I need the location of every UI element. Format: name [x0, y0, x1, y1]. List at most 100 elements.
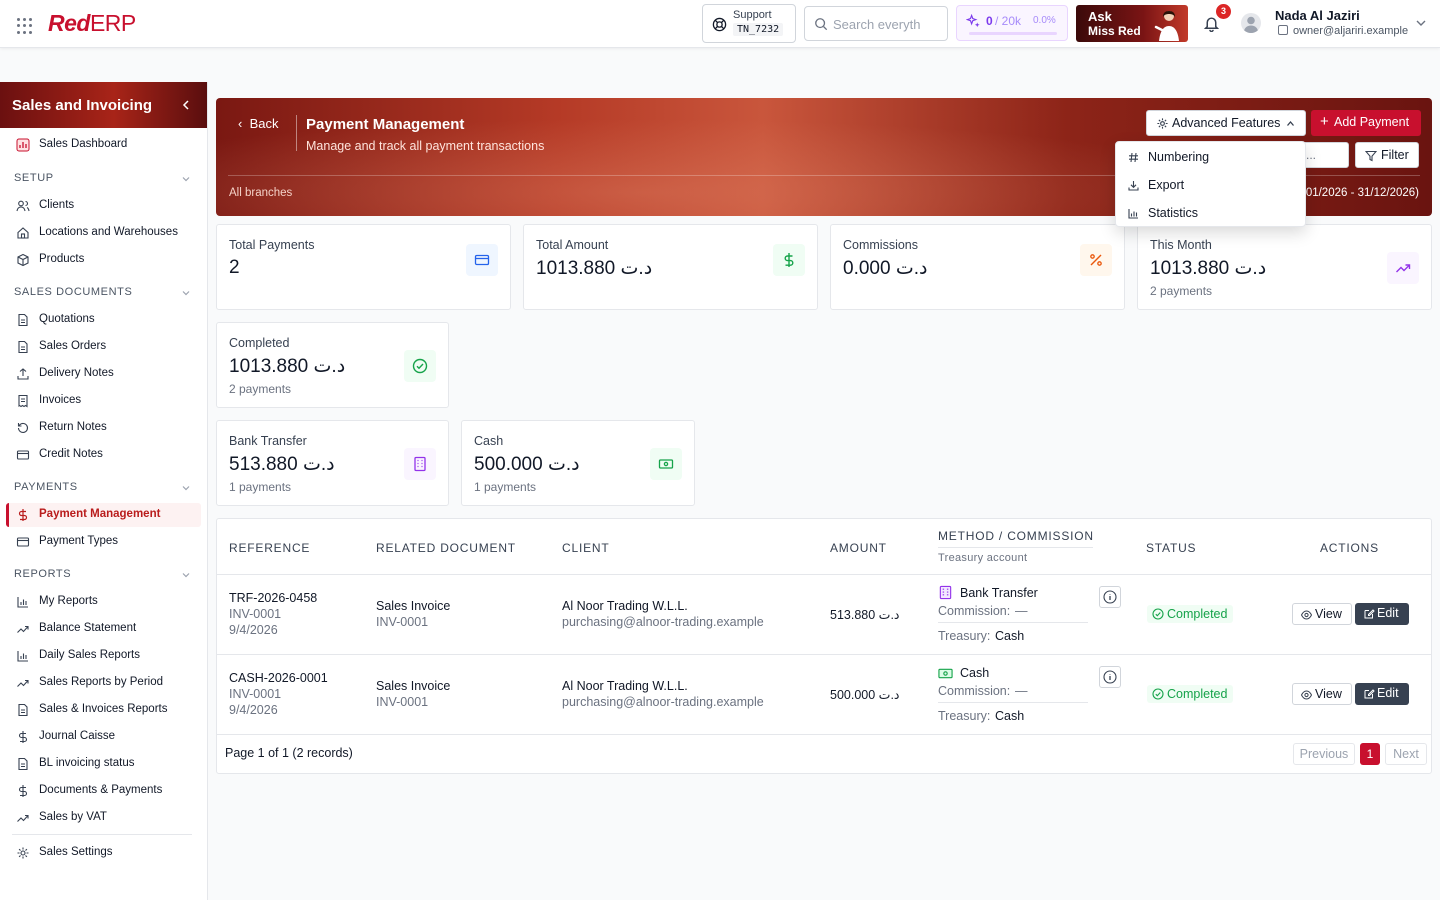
payment-amount: 513.880 د.ت — [830, 608, 900, 622]
sidebar-item-locations[interactable]: Locations and Warehouses — [6, 221, 201, 245]
menu-item-statistics[interactable]: Statistics — [1116, 200, 1305, 226]
sidebar-item-journal-caisse[interactable]: Journal Caisse — [6, 725, 201, 749]
payment-amount: 500.000 د.ت — [830, 688, 900, 702]
column-header-method[interactable]: METHOD / COMMISSION — [938, 529, 1094, 543]
sidebar-item-quotations[interactable]: Quotations — [6, 308, 201, 332]
commission-label: Commission: — [938, 604, 1011, 618]
view-button[interactable]: View — [1292, 603, 1352, 625]
collapse-sidebar-icon[interactable] — [181, 99, 191, 111]
ask-miss-red-button[interactable]: Ask Miss Red — [1076, 5, 1188, 42]
advanced-features-button[interactable]: Advanced Features — [1146, 110, 1306, 136]
view-button[interactable]: View — [1292, 683, 1352, 705]
menu-item-numbering[interactable]: Numbering — [1116, 144, 1305, 170]
chevron-down-icon[interactable] — [181, 174, 191, 184]
column-header-amount[interactable]: AMOUNT — [830, 541, 887, 555]
pagination-summary: Page 1 of 1 (2 records) — [225, 746, 353, 760]
info-icon[interactable] — [1099, 586, 1121, 608]
notification-badge: 3 — [1216, 4, 1231, 19]
edit-icon — [1364, 609, 1375, 619]
bar-chart-icon — [17, 651, 28, 662]
commission-label: Commission: — [938, 684, 1011, 698]
sidebar-item-invoices[interactable]: Invoices — [6, 389, 201, 413]
page-1-button[interactable]: 1 — [1360, 743, 1380, 765]
page-title: Payment Management — [306, 116, 465, 133]
sidebar-item-payment-types[interactable]: Payment Types — [6, 530, 201, 554]
payment-reference[interactable]: TRF-2026-0458 — [229, 591, 317, 605]
info-icon[interactable] — [1099, 666, 1121, 688]
ask-label: Ask — [1088, 9, 1112, 24]
search-input[interactable] — [833, 15, 943, 33]
filter-button[interactable]: Filter — [1355, 142, 1419, 168]
sidebar-item-my-reports[interactable]: My Reports — [6, 590, 201, 614]
sidebar-item-return-notes[interactable]: Return Notes — [6, 416, 201, 440]
sidebar-item-clients[interactable]: Clients — [6, 194, 201, 218]
column-header-actions: ACTIONS — [1320, 541, 1379, 555]
sidebar-item-sales-by-vat[interactable]: Sales by VAT — [6, 806, 201, 830]
user-name: Nada Al Jaziri — [1275, 8, 1360, 23]
app-logo[interactable]: RedERP — [48, 10, 136, 37]
column-header-reference[interactable]: REFERENCE — [229, 541, 310, 555]
add-payment-button[interactable]: + Add Payment — [1311, 110, 1421, 136]
chevron-down-icon[interactable] — [181, 570, 191, 580]
stat-card-commissions: Commissions 0.000 د.ت — [830, 224, 1125, 310]
related-document-number[interactable]: INV-0001 — [376, 695, 428, 709]
sidebar-item-sales-invoices-reports[interactable]: Sales & Invoices Reports — [6, 698, 201, 722]
column-header-status[interactable]: STATUS — [1146, 541, 1196, 555]
gear-icon — [1157, 118, 1168, 129]
dollar-icon — [773, 244, 805, 276]
credits-progress-bar — [969, 32, 1057, 35]
file-text-icon — [18, 757, 28, 771]
client-name: Al Noor Trading W.L.L. — [562, 599, 688, 613]
stat-card-bank-transfer: Bank Transfer 513.880 د.ت 1 payments — [216, 420, 449, 506]
user-avatar[interactable] — [1241, 13, 1261, 33]
previous-page-button[interactable]: Previous — [1293, 743, 1355, 765]
back-button[interactable]: ‹ Back — [238, 116, 278, 131]
next-page-button[interactable]: Next — [1385, 743, 1427, 765]
sidebar-item-sales-settings[interactable]: Sales Settings — [6, 841, 201, 865]
sidebar-item-daily-sales-reports[interactable]: Daily Sales Reports — [6, 644, 201, 668]
sidebar-header: Sales and Invoicing — [0, 82, 207, 128]
sidebar-item-delivery-notes[interactable]: Delivery Notes — [6, 362, 201, 386]
dollar-icon — [18, 731, 28, 743]
chevron-down-icon[interactable] — [181, 483, 191, 493]
sidebar-item-sales-reports-by-period[interactable]: Sales Reports by Period — [6, 671, 201, 695]
related-document-number[interactable]: INV-0001 — [376, 615, 428, 629]
app-grid-icon[interactable] — [17, 18, 33, 34]
edit-button[interactable]: Edit — [1355, 603, 1409, 625]
payment-method: Cash — [960, 666, 990, 680]
sidebar-item-products[interactable]: Products — [6, 248, 201, 272]
sidebar-item-sales-orders[interactable]: Sales Orders — [6, 335, 201, 359]
treasury-label: Treasury: — [938, 709, 991, 723]
sidebar-divider — [12, 834, 192, 835]
sidebar-item-sales-dashboard[interactable]: Sales Dashboard — [6, 133, 201, 157]
sidebar-item-bl-invoicing-status[interactable]: BL invoicing status — [6, 752, 201, 776]
edit-button[interactable]: Edit — [1355, 683, 1409, 705]
column-header-related-document[interactable]: RELATED DOCUMENT — [376, 541, 516, 555]
credit-card-icon — [466, 244, 498, 276]
copy-icon[interactable] — [1278, 25, 1288, 35]
credit-card-icon — [16, 450, 30, 460]
treasury-value: Cash — [995, 709, 1025, 723]
percent-icon — [1080, 244, 1112, 276]
rotate-ccw-icon — [17, 422, 29, 434]
sidebar-item-balance-statement[interactable]: Balance Statement — [6, 617, 201, 641]
upload-icon — [17, 368, 29, 380]
support-button[interactable]: Support TN_7232 — [702, 4, 796, 43]
related-document-type: Sales Invoice — [376, 679, 451, 693]
chevron-down-icon[interactable] — [1415, 17, 1427, 29]
sidebar-item-documents-payments[interactable]: Documents & Payments — [6, 779, 201, 803]
ai-credits-widget[interactable]: 0 / 20k 0.0% — [956, 5, 1068, 41]
file-text-icon — [18, 703, 28, 717]
sidebar-item-payment-management[interactable]: Payment Management — [6, 503, 201, 527]
sparkles-icon — [966, 14, 980, 28]
trending-up-icon — [17, 814, 29, 822]
bell-icon[interactable] — [1203, 15, 1220, 32]
chevron-down-icon[interactable] — [181, 288, 191, 298]
related-document-type: Sales Invoice — [376, 599, 451, 613]
search-icon — [815, 18, 828, 31]
menu-item-export[interactable]: Export — [1116, 172, 1305, 198]
column-header-client[interactable]: CLIENT — [562, 541, 609, 555]
user-email[interactable]: owner@aljariri.example — [1278, 25, 1408, 37]
sidebar-item-credit-notes[interactable]: Credit Notes — [6, 443, 201, 467]
payment-reference[interactable]: CASH-2026-0001 — [229, 671, 328, 685]
